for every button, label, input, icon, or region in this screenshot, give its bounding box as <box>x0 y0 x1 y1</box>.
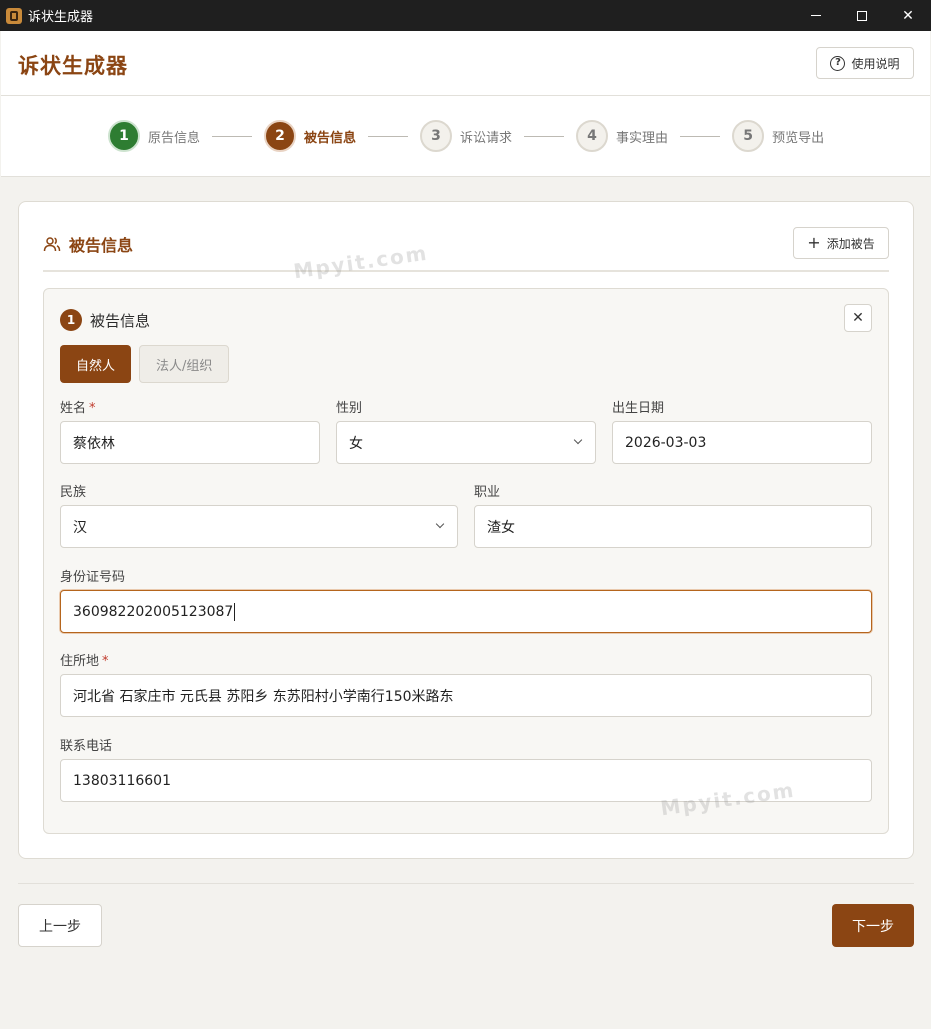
window-controls: ✕ <box>793 0 931 31</box>
gender-field-group: 性别 女 <box>336 397 596 464</box>
address-input[interactable]: 河北省 石家庄市 元氏县 苏阳乡 东苏阳村小学南行150米路东 <box>60 674 872 717</box>
step-number: 2 <box>264 120 297 152</box>
ethnicity-field-group: 民族 汉 <box>60 481 458 548</box>
window-titlebar: 诉状生成器 ✕ <box>0 0 931 31</box>
close-icon: ✕ <box>852 310 864 326</box>
minimize-button[interactable] <box>793 0 839 31</box>
window-title: 诉状生成器 <box>28 10 94 25</box>
section-title: 被告信息 <box>69 236 134 255</box>
step-connector <box>524 135 565 137</box>
step-label: 被告信息 <box>304 130 357 146</box>
step-4[interactable]: 4 事实理由 <box>576 120 668 152</box>
chevron-down-icon <box>573 435 583 445</box>
remove-defendant-button[interactable]: ✕ <box>844 304 872 332</box>
step-2[interactable]: 2 被告信息 <box>264 120 356 152</box>
name-field-group: 姓名 * 蔡依林 <box>60 397 320 464</box>
maximize-button[interactable] <box>839 0 885 31</box>
step-label: 预览导出 <box>772 130 825 146</box>
stepper: 1 原告信息 2 被告信息 3 诉讼请求 4 事实理由 5 预览导出 <box>108 120 824 152</box>
footer-divider <box>18 883 914 884</box>
address-label: 住所地 * <box>60 654 109 669</box>
step-1[interactable]: 1 原告信息 <box>108 120 200 152</box>
party-type-tabs: 自然人 法人/组织 <box>60 345 230 383</box>
name-label: 姓名 * <box>60 401 96 416</box>
step-connector <box>212 135 253 137</box>
add-defendant-button[interactable]: + 添加被告 <box>793 227 889 259</box>
id-number-label: 身份证号码 <box>60 570 126 585</box>
chevron-down-icon <box>435 519 445 529</box>
address-field-group: 住所地 * 河北省 石家庄市 元氏县 苏阳乡 东苏阳村小学南行150米路东 <box>60 650 872 717</box>
previous-step-button[interactable]: 上一步 <box>18 904 102 947</box>
phone-label: 联系电话 <box>60 739 113 754</box>
section-header: 被告信息 <box>43 232 133 256</box>
step-number: 5 <box>732 120 765 152</box>
step-number: 1 <box>108 120 140 152</box>
defendant-card: 1 被告信息 ✕ 自然人 法人/组织 姓名 * 蔡依林 性别 女 出生日期 202… <box>43 288 889 834</box>
ethnicity-select[interactable]: 汉 <box>60 505 458 548</box>
step-label: 原告信息 <box>148 130 201 146</box>
stepper-bar: 1 原告信息 2 被告信息 3 诉讼请求 4 事实理由 5 预览导出 <box>1 96 930 177</box>
tab-natural-person[interactable]: 自然人 <box>60 345 132 383</box>
birth-date-input[interactable]: 2026-03-03 <box>612 421 872 464</box>
step-label: 诉讼请求 <box>460 130 513 146</box>
next-step-button[interactable]: 下一步 <box>832 904 914 947</box>
required-mark: * <box>102 654 109 669</box>
id-number-field-group: 身份证号码 360982202005123087 <box>60 566 872 633</box>
close-icon: ✕ <box>902 7 914 24</box>
step-number: 3 <box>420 120 453 152</box>
app-icon <box>6 7 22 24</box>
step-label: 事实理由 <box>616 130 669 146</box>
close-window-button[interactable]: ✕ <box>885 0 931 31</box>
ethnicity-label: 民族 <box>60 485 87 500</box>
users-icon <box>43 237 61 252</box>
help-button[interactable]: ? 使用说明 <box>816 47 914 79</box>
defendant-card-header: 1 被告信息 <box>60 309 150 331</box>
birth-field-group: 出生日期 2026-03-03 <box>612 397 872 464</box>
text-caret <box>234 602 236 621</box>
birth-date-label: 出生日期 <box>612 401 665 416</box>
help-button-label: 使用说明 <box>851 56 900 71</box>
plus-icon: + <box>807 233 821 252</box>
gender-label: 性别 <box>336 401 363 416</box>
minimize-icon <box>811 15 821 16</box>
step-3[interactable]: 3 诉讼请求 <box>420 120 512 152</box>
occupation-label: 职业 <box>474 485 501 500</box>
required-mark: * <box>89 401 96 416</box>
question-icon: ? <box>830 55 846 71</box>
step-5[interactable]: 5 预览导出 <box>732 120 824 152</box>
app-header: 诉状生成器 ? 使用说明 <box>1 31 930 96</box>
defendant-card-title: 被告信息 <box>90 311 151 330</box>
maximize-icon <box>857 10 867 21</box>
occupation-field-group: 职业 渣女 <box>474 481 872 548</box>
add-defendant-label: 添加被告 <box>826 236 875 251</box>
defendant-section-card: 被告信息 + 添加被告 1 被告信息 ✕ 自然人 法人/组织 姓名 * 蔡依林 性… <box>18 201 914 859</box>
divider <box>43 270 889 272</box>
step-number: 4 <box>576 120 609 152</box>
step-connector <box>368 135 409 137</box>
occupation-input[interactable]: 渣女 <box>474 505 872 548</box>
id-number-input[interactable]: 360982202005123087 <box>60 590 872 633</box>
gender-select[interactable]: 女 <box>336 421 596 464</box>
step-connector <box>680 135 721 137</box>
tab-legal-entity[interactable]: 法人/组织 <box>139 345 230 383</box>
name-input[interactable]: 蔡依林 <box>60 421 320 464</box>
page-title: 诉状生成器 <box>18 54 128 78</box>
defendant-index-badge: 1 <box>60 309 82 331</box>
